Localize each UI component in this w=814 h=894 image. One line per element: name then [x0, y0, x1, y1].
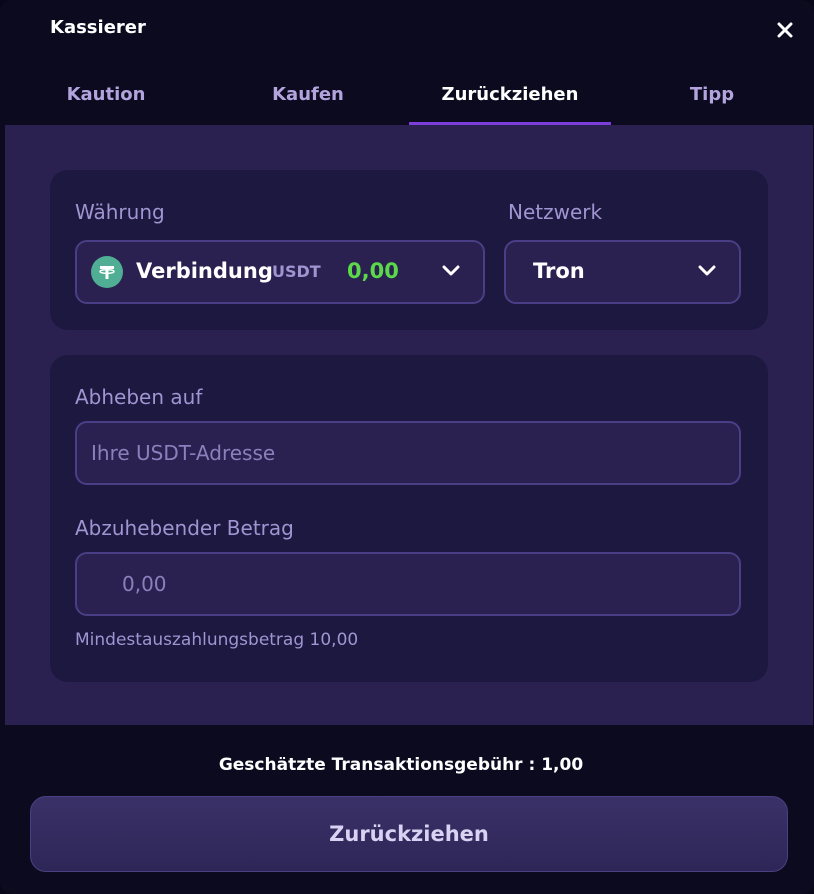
chevron-down-icon: [698, 265, 716, 276]
currency-name: Verbindung: [136, 259, 273, 283]
min-withdrawal-note: Mindestauszahlungsbetrag 10,00: [75, 630, 359, 650]
tab-tip[interactable]: Tipp: [611, 72, 813, 125]
amount-input[interactable]: [75, 552, 741, 616]
address-input[interactable]: [75, 421, 741, 485]
network-value: Tron: [533, 259, 585, 283]
currency-network-card: Währung Netzwerk Verbindung USDT 0,00 Tr…: [50, 170, 768, 330]
cashier-modal: Kassierer Kaution Kaufen Zurückziehen Ti…: [0, 0, 814, 894]
tab-withdraw[interactable]: Zurückziehen: [409, 72, 611, 125]
fee-estimate: Geschätzte Transaktionsgebühr : 1,00: [218, 755, 584, 775]
close-icon: [777, 22, 793, 38]
network-label: Netzwerk: [508, 200, 603, 224]
amount-label: Abzuhebender Betrag: [75, 516, 294, 540]
withdraw-button[interactable]: Zurückziehen: [30, 796, 788, 872]
close-button[interactable]: [770, 16, 800, 44]
address-label: Abheben auf: [75, 385, 203, 409]
tab-deposit[interactable]: Kaution: [5, 72, 207, 125]
currency-code: USDT: [272, 262, 321, 281]
currency-label: Währung: [75, 200, 165, 224]
tether-icon: [91, 256, 123, 288]
withdraw-form-card: Abheben auf Abzuhebender Betrag Mindesta…: [50, 355, 768, 682]
modal-title: Kassierer: [50, 17, 146, 38]
currency-select[interactable]: Verbindung USDT 0,00: [75, 240, 485, 304]
chevron-down-icon: [442, 265, 460, 276]
withdraw-panel: Währung Netzwerk Verbindung USDT 0,00 Tr…: [5, 125, 813, 725]
tab-buy[interactable]: Kaufen: [207, 72, 409, 125]
withdraw-button-label: Zurückziehen: [329, 822, 489, 846]
tab-bar: Kaution Kaufen Zurückziehen Tipp: [5, 72, 813, 125]
currency-balance: 0,00: [347, 259, 399, 283]
network-select[interactable]: Tron: [504, 240, 741, 304]
